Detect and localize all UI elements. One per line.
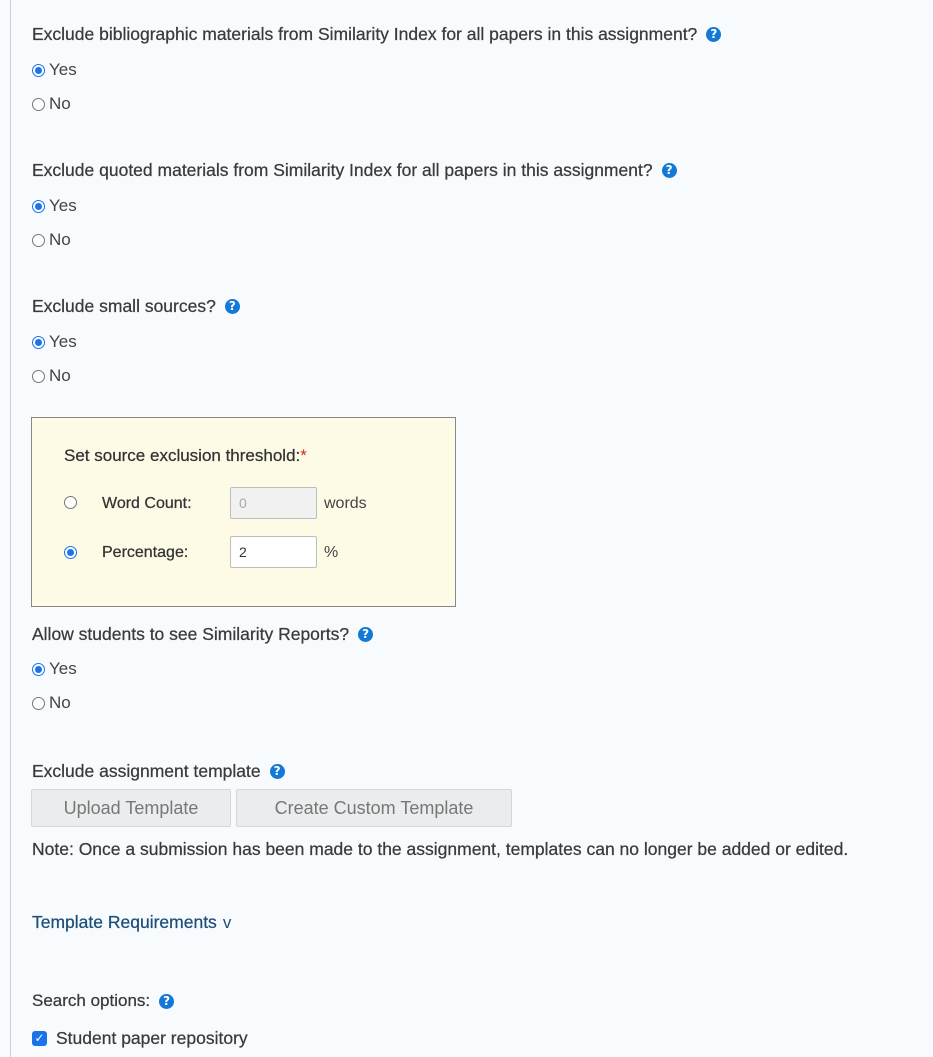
radio-label: No bbox=[49, 366, 71, 385]
radio-quoted-no[interactable]: No bbox=[32, 230, 71, 250]
link-text[interactable]: Template Requirements bbox=[32, 912, 217, 933]
radio-button[interactable] bbox=[32, 369, 45, 383]
create-custom-template-button[interactable]: Create Custom Template bbox=[236, 789, 512, 827]
question-label: Exclude small sources? bbox=[32, 296, 216, 316]
upload-template-button[interactable]: Upload Template bbox=[31, 789, 231, 827]
percentage-label: Percentage: bbox=[102, 544, 189, 561]
question-label: Exclude bibliographic materials from Sim… bbox=[32, 24, 698, 44]
help-icon[interactable]: ? bbox=[269, 764, 285, 779]
threshold-title: Set source exclusion threshold:* bbox=[64, 446, 307, 466]
template-note: Note: Once a submission has been made to… bbox=[32, 839, 849, 859]
word-count-unit: words bbox=[324, 495, 367, 512]
radio-label: Yes bbox=[49, 60, 77, 79]
radio-button[interactable] bbox=[32, 662, 45, 676]
word-count-label: Word Count: bbox=[102, 495, 192, 512]
checkbox-label: Student paper repository bbox=[56, 1028, 248, 1048]
template-heading: Exclude assignment template ? bbox=[32, 761, 285, 782]
question-label: Exclude quoted materials from Similarity… bbox=[32, 160, 653, 180]
radio-label: No bbox=[49, 94, 71, 113]
help-icon[interactable]: ? bbox=[159, 993, 175, 1009]
student-repository-checkbox[interactable]: ✓ Student paper repository bbox=[32, 1028, 248, 1049]
help-icon[interactable]: ? bbox=[358, 627, 374, 642]
question-student-reports: Allow students to see Similarity Reports… bbox=[32, 624, 374, 645]
radio-button[interactable] bbox=[32, 696, 45, 710]
radio-reports-yes[interactable]: Yes bbox=[32, 659, 77, 679]
percentage-unit: % bbox=[324, 544, 339, 561]
required-marker: * bbox=[300, 446, 307, 465]
search-options-heading: Search options: ? bbox=[32, 991, 175, 1011]
question-exclude-quoted: Exclude quoted materials from Similarity… bbox=[32, 160, 677, 181]
radio-button[interactable] bbox=[32, 97, 45, 111]
template-label: Exclude assignment template bbox=[32, 761, 261, 781]
template-requirements-link[interactable]: Template Requirements v bbox=[32, 912, 231, 933]
radio-button[interactable] bbox=[32, 233, 45, 247]
help-icon[interactable]: ? bbox=[661, 163, 677, 178]
radio-label: Yes bbox=[49, 332, 77, 351]
radio-label: Yes bbox=[49, 196, 77, 215]
threshold-box: Set source exclusion threshold:* Word Co… bbox=[31, 417, 456, 607]
percentage-input[interactable] bbox=[230, 536, 317, 568]
threshold-title-text: Set source exclusion threshold: bbox=[64, 446, 301, 465]
checkmark-icon[interactable]: ✓ bbox=[32, 1031, 47, 1046]
radio-bibliographic-no[interactable]: No bbox=[32, 94, 71, 114]
radio-button[interactable] bbox=[32, 63, 45, 77]
radio-button[interactable] bbox=[32, 335, 45, 349]
radio-reports-no[interactable]: No bbox=[32, 693, 71, 713]
question-exclude-small-sources: Exclude small sources? ? bbox=[32, 296, 240, 317]
radio-button[interactable] bbox=[64, 496, 77, 509]
chevron-down-icon[interactable]: v bbox=[223, 913, 232, 933]
word-count-input[interactable] bbox=[230, 487, 317, 519]
radio-label: No bbox=[49, 693, 71, 712]
radio-label: Yes bbox=[49, 659, 77, 678]
radio-small-sources-no[interactable]: No bbox=[32, 366, 71, 386]
radio-quoted-yes[interactable]: Yes bbox=[32, 196, 77, 216]
radio-button[interactable] bbox=[32, 199, 45, 213]
percentage-radio[interactable] bbox=[64, 546, 77, 559]
radio-label: No bbox=[49, 230, 71, 249]
radio-bibliographic-yes[interactable]: Yes bbox=[32, 60, 77, 80]
help-icon[interactable]: ? bbox=[706, 27, 722, 42]
help-icon[interactable]: ? bbox=[224, 299, 240, 314]
word-count-radio[interactable] bbox=[64, 496, 77, 509]
radio-button[interactable] bbox=[64, 546, 77, 559]
search-options-label: Search options: bbox=[32, 991, 151, 1010]
radio-small-sources-yes[interactable]: Yes bbox=[32, 332, 77, 352]
question-exclude-bibliographic: Exclude bibliographic materials from Sim… bbox=[32, 24, 722, 45]
question-label: Allow students to see Similarity Reports… bbox=[32, 624, 350, 644]
